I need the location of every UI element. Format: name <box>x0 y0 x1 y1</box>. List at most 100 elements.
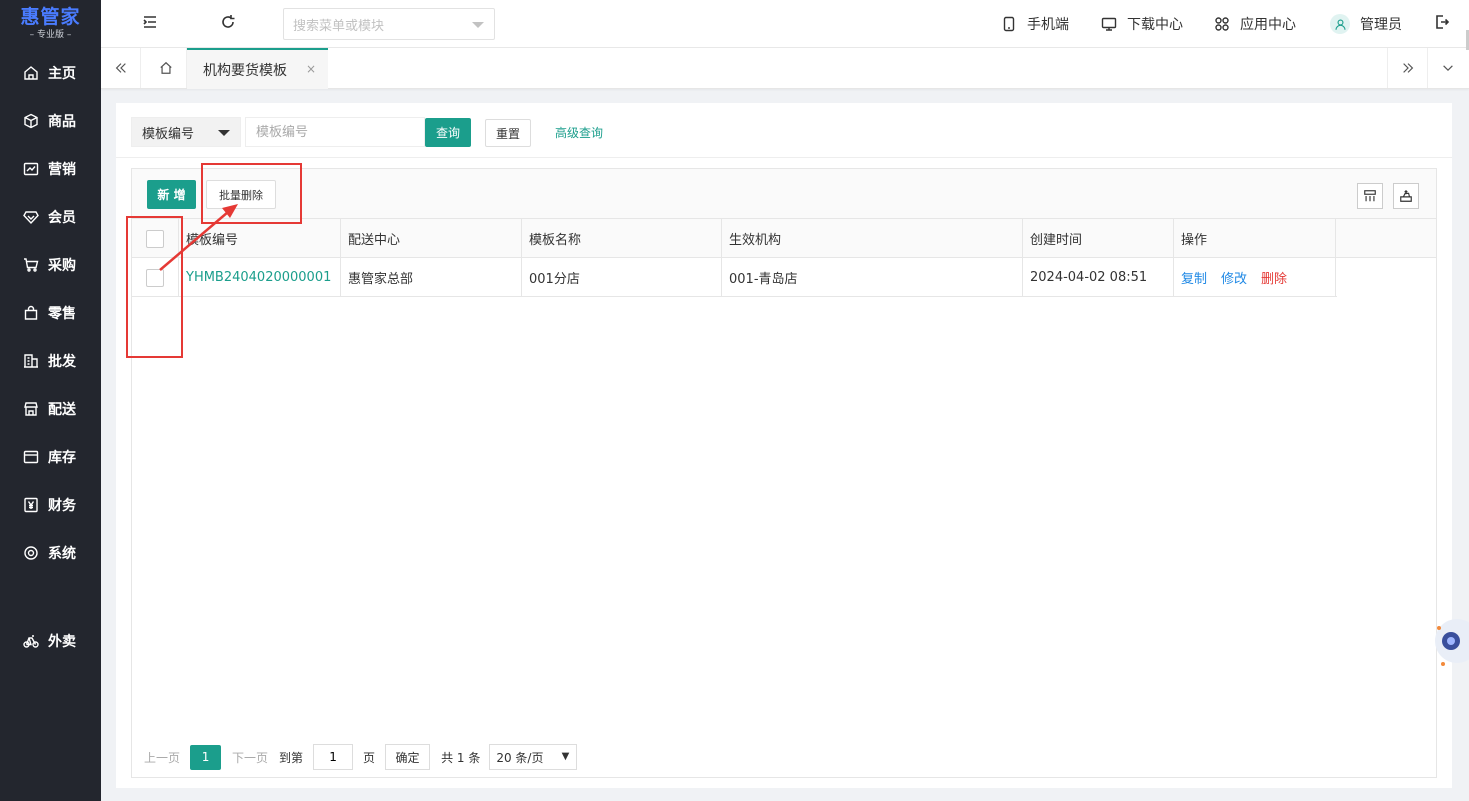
confirm-page-button[interactable]: 确定 <box>385 744 431 770</box>
next-page-button[interactable]: 下一页 <box>232 749 268 766</box>
select-all-checkbox[interactable] <box>146 229 164 248</box>
advanced-query-link[interactable]: 高级查询 <box>555 124 603 141</box>
building-icon <box>24 354 38 368</box>
sidebar-item-takeout[interactable]: 外卖 <box>0 621 101 661</box>
tab-scroll-right-button[interactable] <box>1387 48 1427 88</box>
sidebar-item-label: 外卖 <box>48 634 76 650</box>
user-icon <box>1334 18 1346 30</box>
columns-filter-button[interactable] <box>1357 183 1383 209</box>
table-row: YHMB2404020000001 惠管家总部 001分店 001-青岛店 20… <box>132 258 1337 297</box>
logo-title: 惠管家 <box>20 6 81 28</box>
cart-icon <box>24 258 39 272</box>
sidebar-item-label: 主页 <box>48 66 76 82</box>
bike-icon <box>23 635 39 648</box>
header-center[interactable]: 配送中心 <box>341 219 522 258</box>
row-code-cell: YHMB2404020000001 <box>179 258 341 297</box>
menu-toggle-button[interactable] <box>142 14 162 34</box>
row-created: 2024-04-02 08:51 <box>1023 258 1174 297</box>
double-chevron-right-icon <box>1402 63 1413 73</box>
sidebar-item-label: 系统 <box>48 546 76 562</box>
sidebar-item-label: 商品 <box>48 114 76 130</box>
assistant-robot-icon[interactable] <box>1433 606 1469 676</box>
sidebar-item-label: 库存 <box>48 450 76 466</box>
row-checkbox[interactable] <box>146 268 164 287</box>
sidebar-item-system[interactable]: 系统 <box>0 533 101 573</box>
sidebar-item-home[interactable]: 主页 <box>0 53 101 93</box>
menu-search-select[interactable]: 搜索菜单或模块 <box>283 8 495 40</box>
goto-label: 到第 <box>279 750 304 765</box>
template-code-link[interactable]: YHMB2404020000001 <box>186 270 331 285</box>
user-label: 管理员 <box>1360 17 1402 33</box>
reset-button[interactable]: 重置 <box>485 119 531 147</box>
header-checkbox-cell <box>132 219 179 258</box>
settings-icon <box>24 546 38 560</box>
header-code[interactable]: 模板编号 <box>179 219 341 258</box>
cube-icon <box>24 113 38 129</box>
page-unit-label: 页 <box>363 750 376 765</box>
sidebar-item-marketing[interactable]: 营销 <box>0 149 101 189</box>
tab-dropdown-button[interactable] <box>1427 48 1467 88</box>
pagination: 上一页 1 下一页 到第 页 确定 共 1 条 20 条/页 ▼ <box>132 737 1436 777</box>
sidebar-item-inventory[interactable]: 库存 <box>0 437 101 477</box>
tab-label: 机构要货模板 <box>203 62 287 79</box>
sidebar-item-retail[interactable]: 零售 <box>0 293 101 333</box>
sidebar: 惠管家 – 专业版 – 主页 商品 营销 会员 采购 零售 批发 配送 库存 财… <box>0 0 101 801</box>
sidebar-item-member[interactable]: 会员 <box>0 197 101 237</box>
row-name: 001分店 <box>522 258 722 297</box>
tab-bar: 机构要货模板 × <box>101 48 1469 89</box>
app-center-link[interactable]: 应用中心 <box>1214 0 1296 48</box>
sidebar-item-label: 配送 <box>48 402 76 418</box>
tab-template[interactable]: 机构要货模板 × <box>187 48 328 89</box>
close-icon[interactable]: × <box>306 62 316 76</box>
tab-scroll-left-button[interactable] <box>101 48 141 88</box>
search-placeholder: 搜索菜单或模块 <box>293 18 385 34</box>
mobile-link[interactable]: 手机端 <box>1001 0 1069 48</box>
columns-icon <box>1364 190 1376 202</box>
filter-field-label: 模板编号 <box>142 126 195 142</box>
page-size-select[interactable]: 20 条/页 ▼ <box>489 744 578 770</box>
row-checkbox-cell <box>132 258 179 297</box>
goto-page-input[interactable] <box>313 744 354 770</box>
header-name[interactable]: 模板名称 <box>522 219 722 258</box>
row-org: 001-青岛店 <box>722 258 1023 297</box>
sidebar-item-purchase[interactable]: 采购 <box>0 245 101 285</box>
delete-link[interactable]: 删除 <box>1261 268 1287 287</box>
mobile-icon <box>1003 16 1015 32</box>
sidebar-item-label: 会员 <box>48 210 76 226</box>
header-created[interactable]: 创建时间 <box>1023 219 1174 258</box>
logout-icon <box>1436 15 1450 29</box>
filter-field-select[interactable]: 模板编号 <box>131 117 241 147</box>
divider <box>116 157 1452 158</box>
user-menu[interactable]: 管理员 <box>1330 0 1402 48</box>
sidebar-item-label: 采购 <box>48 258 76 274</box>
prev-page-button[interactable]: 上一页 <box>144 749 180 766</box>
copy-link[interactable]: 复制 <box>1181 268 1207 287</box>
download-label: 下载中心 <box>1127 17 1183 33</box>
header-org[interactable]: 生效机构 <box>722 219 1023 258</box>
sidebar-item-label: 营销 <box>48 162 76 178</box>
export-icon <box>1400 189 1412 202</box>
current-page-button[interactable]: 1 <box>190 744 222 770</box>
sidebar-item-wholesale[interactable]: 批发 <box>0 341 101 381</box>
sidebar-item-finance[interactable]: 财务 <box>0 485 101 525</box>
logout-button[interactable] <box>1434 14 1454 34</box>
filter-input[interactable] <box>245 117 425 147</box>
caret-down-icon <box>472 22 484 28</box>
export-button[interactable] <box>1393 183 1419 209</box>
batch-delete-button[interactable]: 批量删除 <box>206 180 276 209</box>
edit-link[interactable]: 修改 <box>1221 268 1247 287</box>
sidebar-item-goods[interactable]: 商品 <box>0 101 101 141</box>
tab-home[interactable] <box>145 48 187 88</box>
download-center-link[interactable]: 下载中心 <box>1101 0 1183 48</box>
sidebar-item-delivery[interactable]: 配送 <box>0 389 101 429</box>
bag-icon <box>24 305 38 320</box>
top-bar: 搜索菜单或模块 手机端 下载中心 应用中心 管理员 <box>101 0 1469 48</box>
home-icon <box>159 61 172 74</box>
refresh-button[interactable] <box>220 14 240 34</box>
row-center: 惠管家总部 <box>341 258 522 297</box>
data-table: 新 增 批量删除 模板编号 配送中心 模板名称 生效机构 创建时间 操作 YHM… <box>131 168 1437 778</box>
query-button[interactable]: 查询 <box>425 118 471 147</box>
logo-subtitle: – 专业版 – <box>29 30 72 40</box>
logo: 惠管家 – 专业版 – <box>0 0 101 48</box>
add-button[interactable]: 新 增 <box>147 180 196 209</box>
